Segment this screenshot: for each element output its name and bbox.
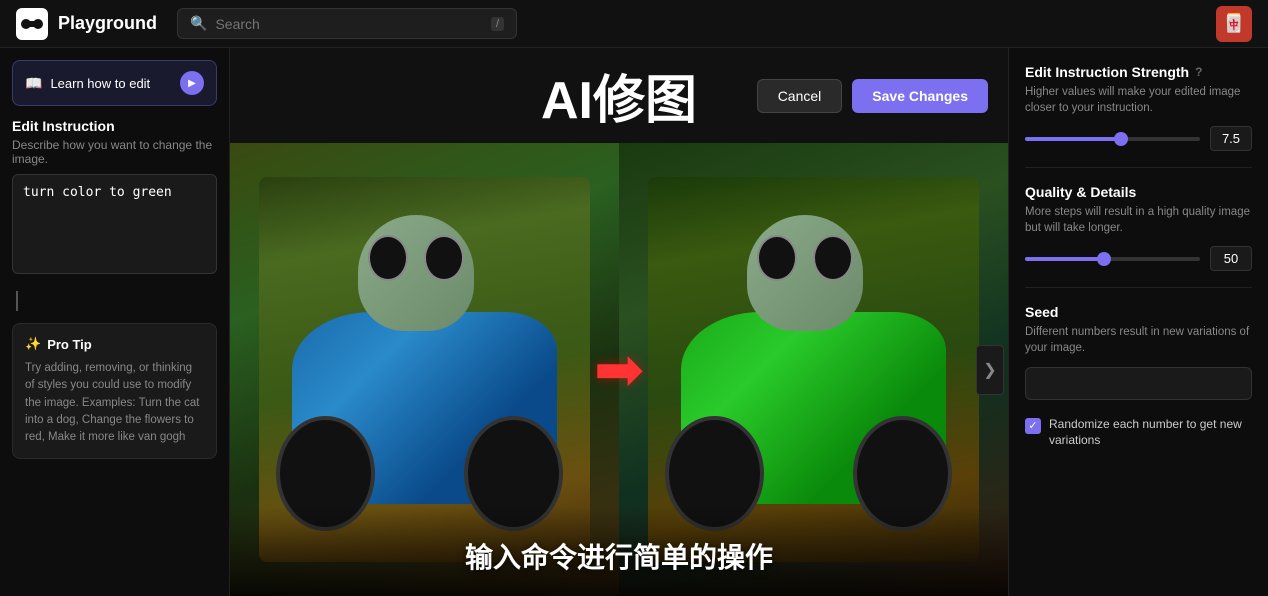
seed-section: Seed Different numbers result in new var… <box>1025 304 1252 399</box>
quality-fill <box>1025 257 1104 261</box>
right-panel: Edit Instruction Strength ? Higher value… <box>1008 48 1268 596</box>
logo-area: Playground <box>16 8 157 40</box>
randomize-checkbox[interactable]: ✓ <box>1025 418 1041 434</box>
divider-1 <box>1025 167 1252 168</box>
canvas-title: AI修图 <box>541 58 697 133</box>
randomize-label: Randomize each number to get new variati… <box>1049 416 1252 450</box>
bottom-overlay: 输入命令进行简单的操作 <box>230 506 1008 596</box>
divider-2 <box>1025 287 1252 288</box>
logo-icon <box>16 8 48 40</box>
quality-section: Quality & Details More steps will result… <box>1025 184 1252 271</box>
search-input[interactable] <box>215 16 483 32</box>
edit-strength-section: Edit Instruction Strength ? Higher value… <box>1025 64 1252 151</box>
logo-text: Playground <box>58 13 157 34</box>
left-panel: 📖 Learn how to edit ▶ Edit Instruction D… <box>0 48 230 596</box>
quality-desc: More steps will result in a high quality… <box>1025 204 1252 236</box>
learn-btn-text: Learn how to edit <box>50 76 150 91</box>
edit-instruction-desc: Describe how you want to change the imag… <box>12 138 217 166</box>
edit-strength-thumb[interactable] <box>1114 132 1128 146</box>
book-icon: 📖 <box>25 75 42 92</box>
user-avatar[interactable]: 🀄 <box>1216 6 1252 42</box>
quality-title: Quality & Details <box>1025 184 1136 200</box>
center-area: AI修图 Cancel Save Changes Original <box>230 48 1008 596</box>
pro-tip-text: Try adding, removing, or thinking of sty… <box>25 360 204 446</box>
edit-strength-track[interactable] <box>1025 137 1200 141</box>
edit-strength-desc: Higher values will make your edited imag… <box>1025 84 1252 116</box>
action-buttons: Cancel Save Changes <box>757 79 988 113</box>
topnav: Playground 🔍 / 🀄 <box>0 0 1268 48</box>
search-bar[interactable]: 🔍 / <box>177 8 517 39</box>
edit-strength-value: 7.5 <box>1210 126 1252 151</box>
main-layout: 📖 Learn how to edit ▶ Edit Instruction D… <box>0 48 1268 596</box>
cancel-button[interactable]: Cancel <box>757 79 843 113</box>
edit-strength-title: Edit Instruction Strength <box>1025 64 1189 80</box>
subtitle-overlay: 输入命令进行简单的操作 <box>465 542 773 573</box>
seed-title: Seed <box>1025 304 1058 320</box>
randomize-row: ✓ Randomize each number to get new varia… <box>1025 416 1252 450</box>
edit-strength-fill <box>1025 137 1121 141</box>
edit-instruction-section: Edit Instruction Describe how you want t… <box>12 118 217 279</box>
quality-thumb[interactable] <box>1097 252 1111 266</box>
edit-instruction-input[interactable]: turn color to green <box>12 174 217 274</box>
quality-slider-row: 50 <box>1025 246 1252 271</box>
seed-input[interactable] <box>1025 367 1252 400</box>
info-icon-strength[interactable]: ? <box>1195 65 1202 79</box>
chevron-right-button[interactable]: ❯ <box>976 345 1004 395</box>
search-icon: 🔍 <box>190 15 207 32</box>
search-kbd: / <box>491 17 504 31</box>
canvas-header: AI修图 Cancel Save Changes <box>230 48 1008 143</box>
image-display: Original <box>230 143 1008 596</box>
save-changes-button[interactable]: Save Changes <box>852 79 988 113</box>
pro-tip-icon: ✨ <box>25 336 41 352</box>
quality-value: 50 <box>1210 246 1252 271</box>
learn-how-to-edit-button[interactable]: 📖 Learn how to edit ▶ <box>12 60 217 106</box>
pro-tip-box: ✨ Pro Tip Try adding, removing, or think… <box>12 323 217 459</box>
edit-strength-slider-row: 7.5 <box>1025 126 1252 151</box>
pro-tip-title-text: Pro Tip <box>47 337 92 352</box>
quality-track[interactable] <box>1025 257 1200 261</box>
arrow-overlay: ➡ <box>594 335 644 405</box>
edit-instruction-title: Edit Instruction <box>12 118 217 134</box>
seed-desc: Different numbers result in new variatio… <box>1025 324 1252 356</box>
image-placeholder: Original <box>230 143 1008 596</box>
play-icon: ▶ <box>180 71 204 95</box>
